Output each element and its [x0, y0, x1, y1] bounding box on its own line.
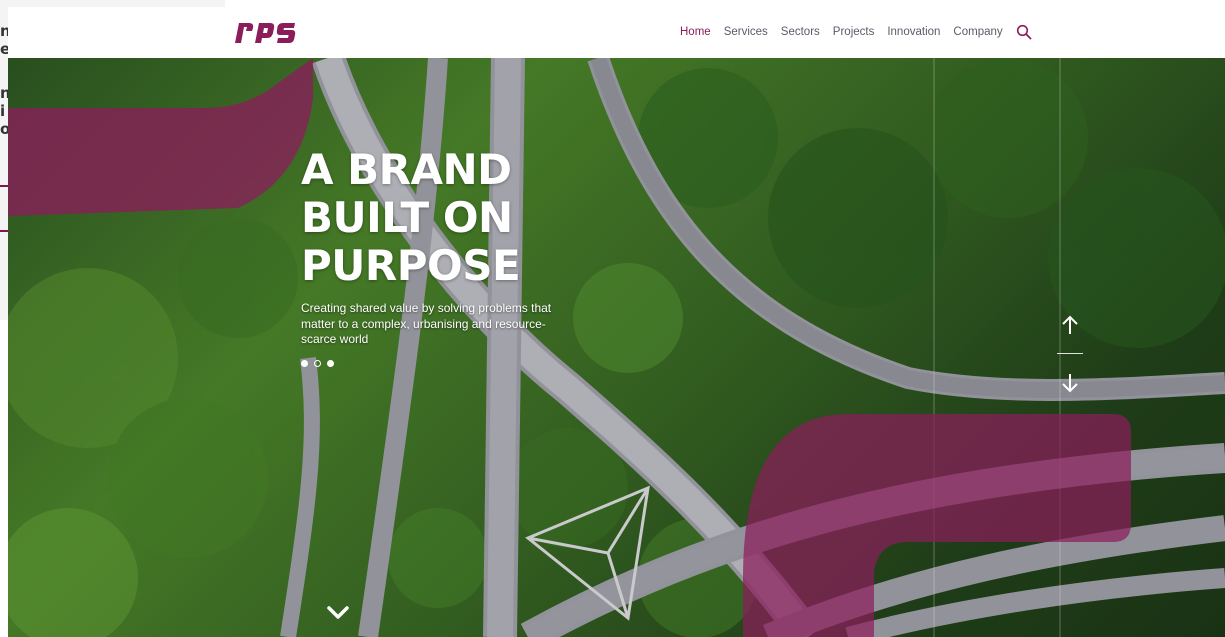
rps-logo[interactable]: [233, 17, 297, 45]
nav-sectors[interactable]: Sectors: [781, 26, 820, 38]
nav-company[interactable]: Company: [953, 26, 1002, 38]
arrow-divider: [1057, 353, 1083, 354]
hero-banner: A BRAND BUILT ON PURPOSE Creating shared…: [8, 58, 1225, 637]
nav-projects[interactable]: Projects: [833, 26, 875, 38]
arrow-down-icon[interactable]: [1058, 371, 1082, 395]
hero-title: A BRAND BUILT ON PURPOSE: [301, 146, 601, 290]
hero-title-line: PURPOSE: [301, 241, 521, 290]
hero-title-line: A BRAND: [301, 145, 512, 194]
nav-services[interactable]: Services: [724, 26, 768, 38]
hero-subtitle: Creating shared value by solving problem…: [301, 301, 552, 346]
browser-window: Home Services Sectors Projects Innovatio…: [8, 7, 1225, 637]
carousel-dots: [301, 360, 334, 367]
nav-home[interactable]: Home: [680, 26, 711, 38]
aerial-highway-image: [8, 58, 1225, 637]
site-header: Home Services Sectors Projects Innovatio…: [8, 7, 1225, 58]
main-nav: Home Services Sectors Projects Innovatio…: [680, 24, 1032, 40]
background-text-fragment: i: [0, 102, 6, 120]
carousel-dot-2[interactable]: [314, 360, 321, 367]
nav-innovation[interactable]: Innovation: [887, 26, 940, 38]
chevron-down-icon[interactable]: [326, 603, 350, 623]
arrow-up-icon[interactable]: [1058, 313, 1082, 337]
carousel-dot-1[interactable]: [301, 360, 308, 367]
search-icon[interactable]: [1016, 24, 1032, 40]
carousel-dot-3[interactable]: [327, 360, 334, 367]
hero-title-line: BUILT ON: [301, 193, 513, 242]
